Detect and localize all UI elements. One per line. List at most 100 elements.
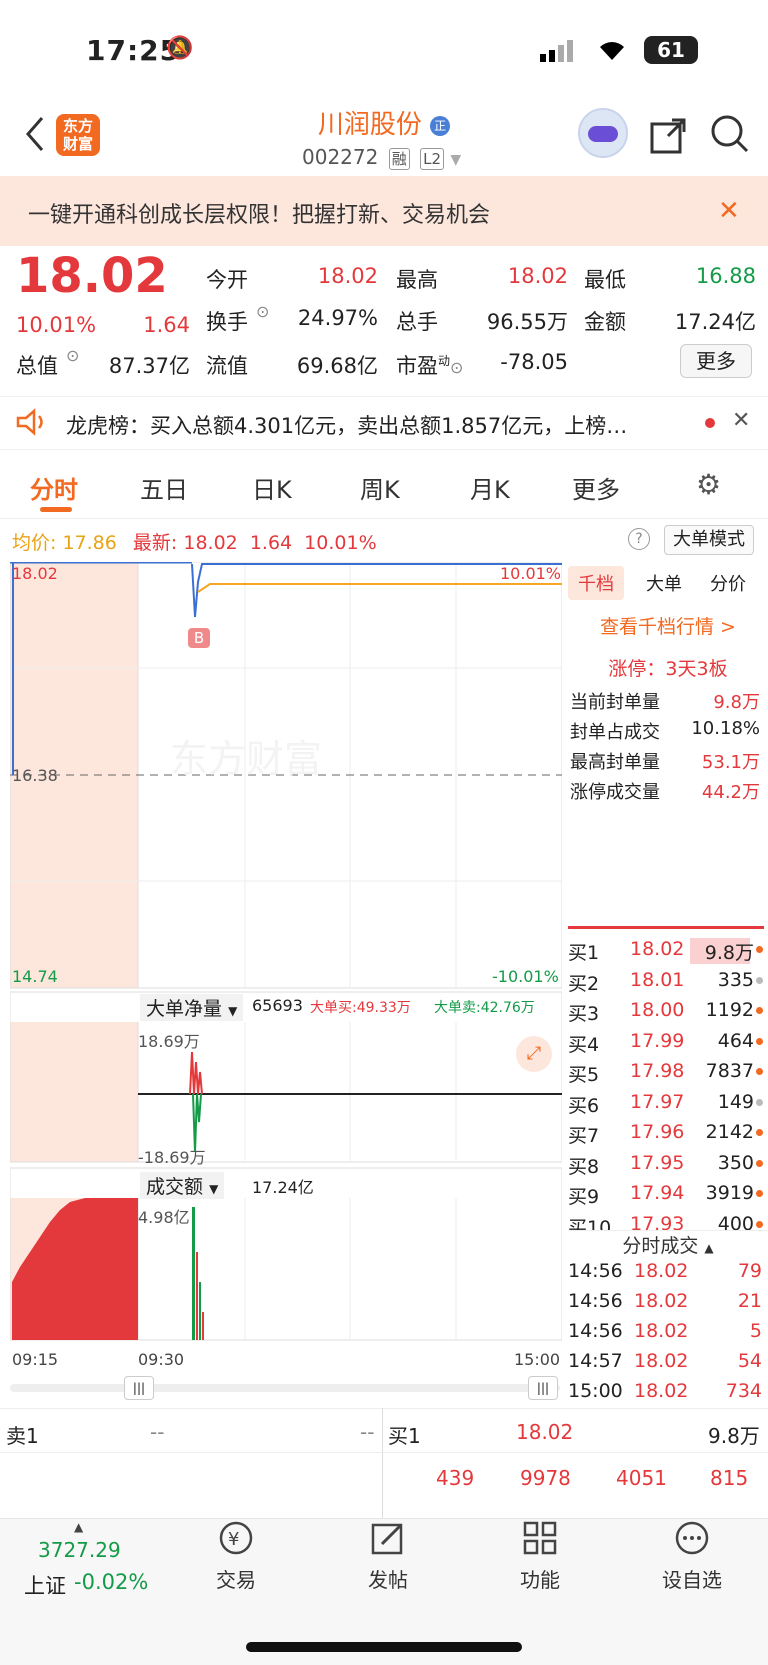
more-button[interactable]: 更多 bbox=[680, 344, 752, 378]
amount-top-label: 4.98亿 bbox=[138, 1208, 190, 1227]
tick-time: 14:57 bbox=[568, 1350, 623, 1372]
pe-label-text: 市盈 bbox=[396, 354, 438, 378]
bid-price: 18.02 bbox=[630, 938, 685, 960]
function-icon[interactable] bbox=[500, 1520, 580, 1563]
watermark: 东方财富 bbox=[170, 739, 322, 781]
battery-level: 61 bbox=[657, 38, 685, 62]
nav-function[interactable]: 功能 bbox=[500, 1564, 580, 1593]
orderbook-row[interactable]: 买8 17.95 350 bbox=[568, 1152, 768, 1182]
buy1-label: 买1 bbox=[388, 1424, 421, 1448]
pe-label: 市盈动⊙ bbox=[396, 350, 463, 380]
avg-value: 17.86 bbox=[62, 532, 117, 554]
bid-volume: 1192 bbox=[705, 999, 754, 1021]
bid-price: 17.94 bbox=[630, 1182, 685, 1204]
expand-icon[interactable]: ⤢ bbox=[516, 1036, 552, 1072]
amount-selector[interactable]: 成交额 ▼ bbox=[140, 1172, 225, 1199]
index-pct[interactable]: -0.02% bbox=[74, 1570, 148, 1594]
tick-price: 18.02 bbox=[634, 1260, 689, 1282]
tick-price: 18.02 bbox=[634, 1320, 689, 1342]
big-order-mode-button[interactable]: 大单模式 bbox=[664, 525, 754, 555]
tab-big-order[interactable]: 大单 bbox=[646, 570, 682, 596]
bid-dot bbox=[756, 1068, 763, 1075]
bell-off-icon: 🔕 bbox=[166, 36, 194, 61]
index-name[interactable]: 上证 bbox=[24, 1570, 66, 1600]
battery-icon: 61 bbox=[644, 36, 698, 64]
tab-price-split[interactable]: 分价 bbox=[710, 570, 746, 596]
info-icon[interactable]: ⊙ bbox=[256, 302, 269, 321]
speaker-icon bbox=[16, 408, 48, 440]
orderbook-row[interactable]: 买9 17.94 3919 bbox=[568, 1182, 768, 1212]
turnover-label: 换手 bbox=[206, 310, 248, 334]
nav-add-watchlist[interactable]: 设自选 bbox=[652, 1564, 732, 1593]
range-handle-right[interactable]: ||| bbox=[528, 1376, 558, 1400]
info-icon[interactable]: ⊙ bbox=[450, 358, 463, 377]
amount-selector-label: 成交额 bbox=[146, 1176, 204, 1198]
close-icon[interactable]: ✕ bbox=[718, 196, 740, 226]
orderbook-row[interactable]: 买5 17.98 7837 bbox=[568, 1060, 768, 1090]
low-label: 最低 bbox=[584, 268, 626, 292]
flow-selector[interactable]: 大单净量 ▼ bbox=[140, 994, 244, 1021]
chevron-up-icon[interactable]: ▲ bbox=[74, 1520, 83, 1534]
orderbook-row[interactable]: 买4 17.99 464 bbox=[568, 1030, 768, 1060]
mktcap-value: 87.37亿 bbox=[108, 354, 190, 378]
orderbook-row[interactable]: 买6 17.97 149 bbox=[568, 1091, 768, 1121]
tab-more[interactable]: 更多 bbox=[572, 470, 620, 505]
tab-thousand-level[interactable]: 千档 bbox=[568, 566, 624, 600]
share-icon[interactable] bbox=[650, 116, 688, 158]
orderbook-row[interactable]: 买2 18.01 335 bbox=[568, 969, 768, 999]
close-icon[interactable]: ✕ bbox=[732, 408, 750, 433]
high-label: 最高 bbox=[396, 268, 438, 292]
stock-code-text: 002272 bbox=[302, 145, 379, 169]
bid-label: 买5 bbox=[568, 1064, 600, 1086]
nav-trade[interactable]: 交易 bbox=[196, 1564, 276, 1593]
info-icon[interactable]: ⊙ bbox=[66, 346, 79, 365]
pe-value: -78.05 bbox=[500, 350, 568, 374]
unread-dot bbox=[705, 418, 715, 428]
intraday-chart[interactable]: 东方财富 bbox=[10, 562, 562, 1344]
tab-weekly-k[interactable]: 周K bbox=[360, 470, 400, 505]
search-icon[interactable] bbox=[710, 114, 750, 158]
bid-label: 买7 bbox=[568, 1125, 600, 1147]
sell1-price: -- bbox=[150, 1420, 165, 1444]
tab-intraday[interactable]: 分时 bbox=[30, 470, 78, 505]
orderbook-row[interactable]: 买7 17.96 2142 bbox=[568, 1121, 768, 1151]
ticks-title[interactable]: 分时成交 ▲ bbox=[568, 1230, 768, 1258]
gear-icon[interactable]: ⚙ bbox=[696, 468, 721, 501]
help-icon[interactable]: ? bbox=[628, 528, 650, 550]
tick-price: 18.02 bbox=[634, 1290, 689, 1312]
trade-icon[interactable]: ¥ bbox=[196, 1520, 276, 1563]
tab-five-day[interactable]: 五日 bbox=[140, 470, 188, 505]
index-value[interactable]: 3727.29 bbox=[38, 1538, 121, 1562]
queue-item: 9978 bbox=[520, 1466, 571, 1490]
bid-label: 买3 bbox=[568, 1003, 600, 1025]
add-watchlist-icon[interactable] bbox=[652, 1520, 732, 1563]
bid-price: 17.98 bbox=[630, 1060, 685, 1082]
notice-text: 龙虎榜：买入总额4.301亿元，卖出总额1.857亿元，上榜… bbox=[66, 414, 628, 438]
float-value: 69.68亿 bbox=[296, 354, 378, 378]
buy-marker[interactable]: B bbox=[188, 628, 210, 648]
change-pct: 10.01% bbox=[16, 313, 97, 337]
stat-label: 涨停成交量 bbox=[570, 782, 660, 803]
pct-top-label: 10.01% bbox=[500, 564, 562, 583]
tick-volume: 734 bbox=[725, 1380, 762, 1402]
orderbook-row[interactable]: 买1 18.02 9.8万 bbox=[568, 938, 768, 968]
avg-label: 均价: bbox=[12, 532, 57, 554]
mktcap-label: 总值 bbox=[16, 354, 58, 378]
flow-bottom-label: -18.69万 bbox=[138, 1148, 206, 1167]
post-icon[interactable] bbox=[348, 1520, 428, 1563]
tab-monthly-k[interactable]: 月K bbox=[470, 470, 510, 505]
range-handle-left[interactable]: ||| bbox=[124, 1376, 154, 1400]
chevron-down-icon[interactable]: ▼ bbox=[450, 152, 461, 168]
nav-post[interactable]: 发帖 bbox=[348, 1564, 428, 1593]
orderbook-row[interactable]: 买3 18.00 1192 bbox=[568, 999, 768, 1029]
tab-daily-k[interactable]: 日K bbox=[252, 470, 292, 505]
bid-volume: 149 bbox=[717, 1090, 754, 1113]
assistant-avatar[interactable] bbox=[578, 108, 628, 158]
tab-underline bbox=[40, 507, 72, 512]
queue-item: 4051 bbox=[616, 1466, 667, 1490]
flow-sell: 大单卖:42.76万 bbox=[434, 1000, 535, 1016]
divider bbox=[0, 518, 768, 519]
range-track[interactable] bbox=[10, 1384, 560, 1392]
sell1-vol: -- bbox=[360, 1420, 375, 1444]
thousand-level-link[interactable]: 查看千档行情 > bbox=[568, 612, 768, 639]
